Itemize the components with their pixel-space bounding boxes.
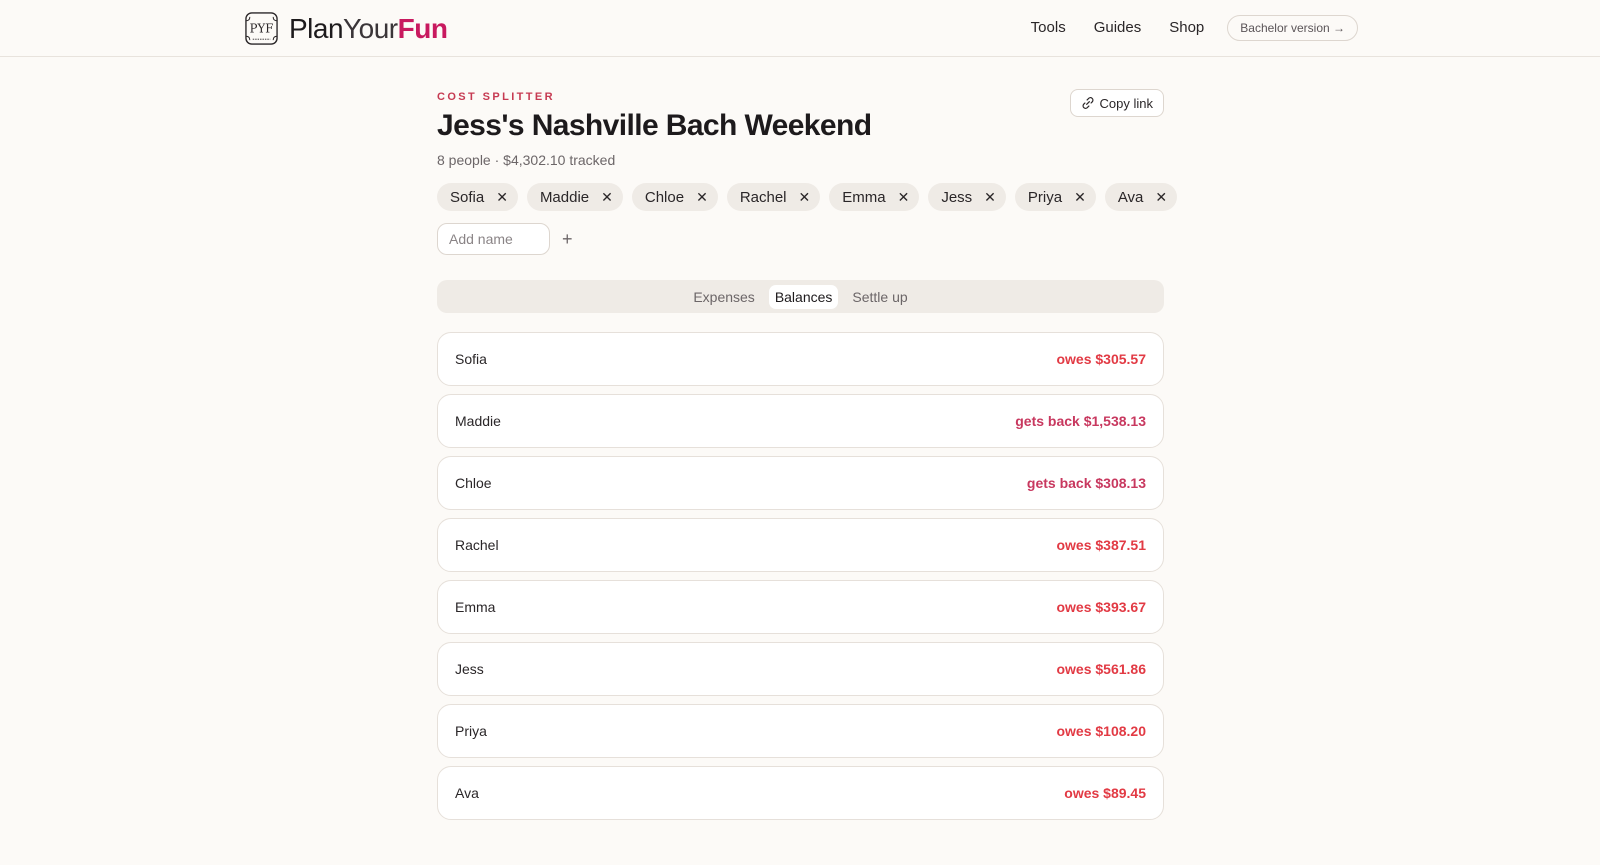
person-chip: Emma ✕: [829, 183, 920, 211]
balance-row: Rachel owes $387.51: [437, 518, 1164, 572]
balance-amount: owes $305.57: [1056, 351, 1146, 367]
person-chip-name: Ava: [1117, 188, 1144, 206]
section-eyebrow: COST SPLITTER: [437, 91, 555, 103]
person-chip: Jess ✕: [928, 183, 1006, 211]
balances-list: Sofia owes $305.57 Maddie gets back $1,5…: [437, 332, 1164, 828]
person-chip: Chloe ✕: [631, 183, 718, 211]
person-chip-name: Sofia: [450, 188, 485, 206]
add-person-row: +: [437, 223, 573, 255]
balance-person-name: Sofia: [455, 351, 487, 367]
remove-person-icon[interactable]: ✕: [898, 189, 910, 206]
balance-amount: owes $387.51: [1056, 537, 1146, 553]
logo-text: PYF: [250, 21, 274, 35]
copy-link-button[interactable]: Copy link: [1069, 89, 1164, 117]
tab-expenses[interactable]: Expenses: [687, 285, 760, 309]
add-name-input[interactable]: [437, 223, 550, 255]
nav-link-tools[interactable]: Tools: [1031, 15, 1066, 41]
balance-row: Sofia owes $305.57: [437, 332, 1164, 386]
balance-row: Chloe gets back $308.13: [437, 456, 1164, 510]
bachelor-version-button[interactable]: Bachelor version →: [1227, 15, 1358, 41]
remove-person-icon[interactable]: ✕: [1074, 189, 1086, 206]
trip-summary: 8 people · $4,302.10 tracked: [437, 152, 616, 168]
balance-amount: owes $561.86: [1056, 661, 1146, 677]
balance-amount: owes $108.20: [1056, 723, 1146, 739]
remove-person-icon[interactable]: ✕: [496, 189, 508, 206]
person-chip-name: Jess: [941, 188, 973, 206]
balance-row: Jess owes $561.86: [437, 642, 1164, 696]
person-chip: Priya ✕: [1014, 183, 1096, 211]
person-chip-name: Rachel: [739, 188, 787, 206]
person-chip: Maddie ✕: [526, 183, 623, 211]
nav-link-guides[interactable]: Guides: [1094, 15, 1142, 41]
main-nav: Tools Guides Shop Bachelor version →: [1031, 15, 1358, 41]
balance-person-name: Maddie: [455, 413, 501, 429]
person-chip: Sofia ✕: [437, 183, 518, 211]
top-navbar: PYF PlanYourFun Tools Guides Shop Bachel…: [0, 0, 1600, 57]
balance-amount: gets back $308.13: [1026, 475, 1146, 491]
remove-person-icon[interactable]: ✕: [984, 189, 996, 206]
remove-person-icon[interactable]: ✕: [1155, 189, 1167, 206]
person-chip-name: Chloe: [644, 188, 685, 206]
brand-part-your: Your: [343, 12, 398, 44]
remove-person-icon[interactable]: ✕: [799, 189, 811, 206]
person-chip-name: Maddie: [539, 188, 590, 206]
balance-person-name: Chloe: [455, 475, 492, 491]
add-person-plus-icon[interactable]: +: [562, 230, 573, 248]
balance-person-name: Priya: [455, 723, 487, 739]
balance-row: Emma owes $393.67: [437, 580, 1164, 634]
balance-person-name: Jess: [455, 661, 484, 677]
people-chip-list: Sofia ✕ Maddie ✕ Chloe ✕ Rachel ✕ Emma ✕ Jess…: [437, 183, 1178, 211]
nav-link-shop[interactable]: Shop: [1169, 15, 1204, 41]
brand-logo-link[interactable]: PYF PlanYourFun: [244, 11, 448, 46]
brand-part-fun: Fun: [397, 12, 448, 44]
page-title: Jess's Nashville Bach Weekend: [437, 109, 872, 142]
balance-person-name: Emma: [455, 599, 496, 615]
balance-row: Priya owes $108.20: [437, 704, 1164, 758]
brand-name: PlanYourFun: [289, 12, 448, 44]
balance-amount: owes $393.67: [1056, 599, 1146, 615]
view-tabs: Expenses Balances Settle up: [437, 280, 1164, 313]
balance-row: Ava owes $89.45: [437, 766, 1164, 820]
copy-link-label: Copy link: [1099, 95, 1153, 111]
link-icon: [1082, 97, 1094, 109]
person-chip-name: Emma: [842, 188, 886, 206]
balance-amount: owes $89.45: [1064, 785, 1146, 801]
remove-person-icon[interactable]: ✕: [601, 189, 613, 206]
balance-amount: gets back $1,538.13: [1015, 413, 1146, 429]
balance-row: Maddie gets back $1,538.13: [437, 394, 1164, 448]
remove-person-icon[interactable]: ✕: [696, 189, 708, 206]
tab-settle-up[interactable]: Settle up: [846, 285, 913, 309]
balance-person-name: Ava: [455, 785, 479, 801]
brand-part-plan: Plan: [289, 12, 344, 44]
balance-person-name: Rachel: [455, 537, 499, 553]
person-chip: Ava ✕: [1104, 183, 1178, 211]
person-chip: Rachel ✕: [726, 183, 821, 211]
logo-icon: PYF: [245, 12, 278, 45]
tab-balances[interactable]: Balances: [768, 284, 839, 309]
person-chip-name: Priya: [1027, 188, 1063, 206]
